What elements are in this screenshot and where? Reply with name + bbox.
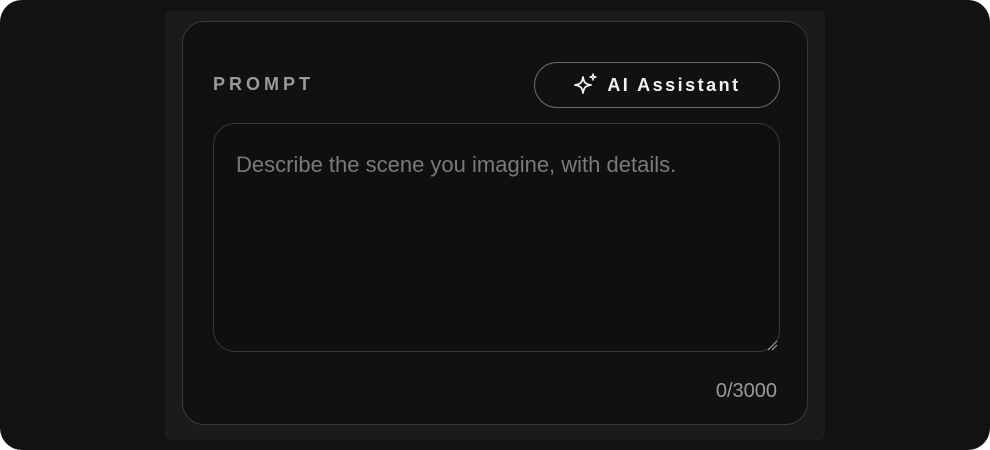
- ai-assistant-label: AI Assistant: [607, 75, 741, 95]
- prompt-card: PROMPT AI Assistant Describe the scene y…: [182, 21, 808, 425]
- prompt-textarea[interactable]: [213, 123, 780, 352]
- sparkle-icon: [573, 72, 599, 98]
- app-window: PROMPT AI Assistant Describe the scene y…: [0, 0, 990, 450]
- resize-handle-icon[interactable]: [766, 338, 778, 351]
- ai-assistant-button[interactable]: AI Assistant: [534, 62, 780, 108]
- prompt-textarea-wrapper: [213, 123, 780, 352]
- prompt-panel: PROMPT AI Assistant Describe the scene y…: [165, 10, 825, 440]
- character-counter: 0/3000: [715, 380, 777, 402]
- prompt-label: PROMPT: [213, 74, 315, 94]
